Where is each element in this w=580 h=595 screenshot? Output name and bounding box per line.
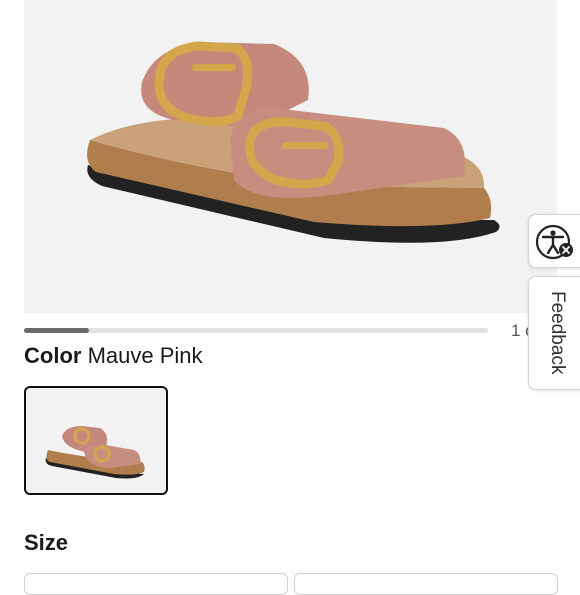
gallery-progress-track[interactable] <box>24 328 488 333</box>
gallery-progress-fill <box>24 328 89 333</box>
color-line: Color Mauve Pink <box>24 342 203 370</box>
feedback-tab[interactable]: Feedback <box>528 276 580 390</box>
color-swatch-thumbnail[interactable] <box>24 386 168 495</box>
feedback-label: Feedback <box>547 291 568 375</box>
size-heading: Size <box>24 530 69 555</box>
color-value: Mauve Pink <box>87 343 203 368</box>
accessibility-icon <box>535 224 573 260</box>
size-option[interactable] <box>294 573 558 595</box>
size-option[interactable] <box>24 573 288 595</box>
product-hero-image[interactable] <box>24 0 557 313</box>
color-label: Color <box>24 343 82 368</box>
accessibility-button[interactable] <box>528 214 580 268</box>
